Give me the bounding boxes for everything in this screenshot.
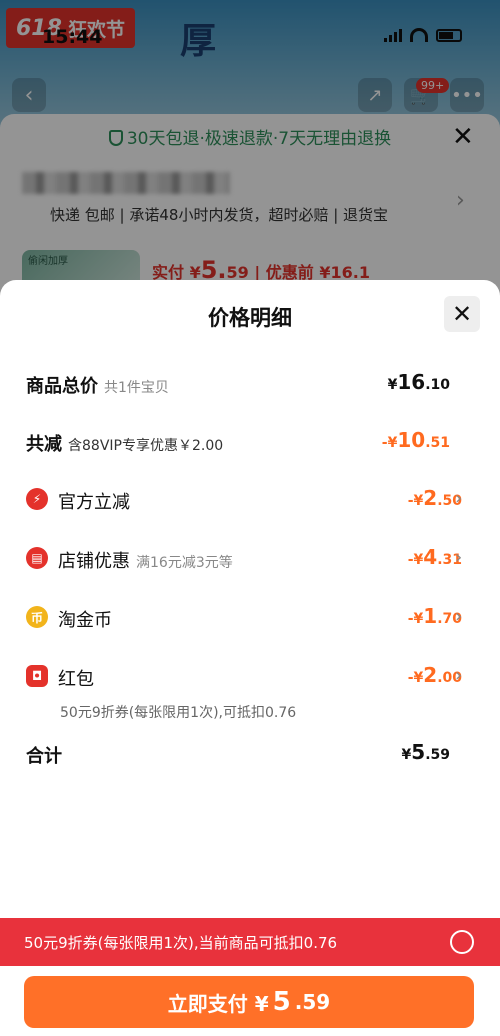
row-official-discount[interactable]: ⚡ 官方立减 -¥2.50 ›	[0, 484, 500, 516]
dim-overlay[interactable]	[0, 0, 500, 300]
red-packet-icon: ◘	[26, 665, 48, 687]
close-icon: ✕	[451, 300, 473, 328]
coupon-radio[interactable]	[450, 930, 474, 954]
panel-title: 价格明细	[208, 306, 292, 330]
coin-icon: 币	[26, 606, 48, 628]
lightning-icon: ⚡	[26, 488, 48, 510]
panel-close-button[interactable]: ✕	[444, 296, 480, 332]
chevron-right-icon: ›	[455, 665, 463, 686]
chevron-right-icon: ›	[455, 606, 463, 627]
chevron-right-icon: ›	[455, 488, 463, 509]
subtotal-amount: ¥16.10	[387, 370, 450, 394]
pay-now-button[interactable]: 立即支付 ¥5.59	[24, 976, 474, 1028]
total-discount-amount: -¥10.51	[381, 428, 450, 452]
coupon-bar[interactable]: 50元9折券(每张限用1次),当前商品可抵扣0.76	[0, 918, 500, 966]
row-taojinbi[interactable]: 币 淘金币 -¥1.70 ›	[0, 602, 500, 634]
shop-icon: ▤	[26, 547, 48, 569]
total-amount: ¥5.59	[401, 740, 450, 764]
chevron-right-icon: ›	[455, 547, 463, 568]
row-subtotal: 商品总价 共1件宝贝 ¥16.10	[26, 370, 450, 397]
row-red-packet[interactable]: ◘ 红包 -¥2.00 ›	[0, 661, 500, 693]
red-packet-note: 50元9折券(每张限用1次),可抵扣0.76	[60, 705, 297, 721]
row-total: 合计 ¥5.59	[26, 740, 450, 767]
row-total-discount: 共减 含88VIP专享优惠￥2.00 -¥10.51	[26, 428, 450, 455]
row-shop-discount[interactable]: ▤ 店铺优惠 满16元减3元等 -¥4.31 ›	[0, 543, 500, 575]
